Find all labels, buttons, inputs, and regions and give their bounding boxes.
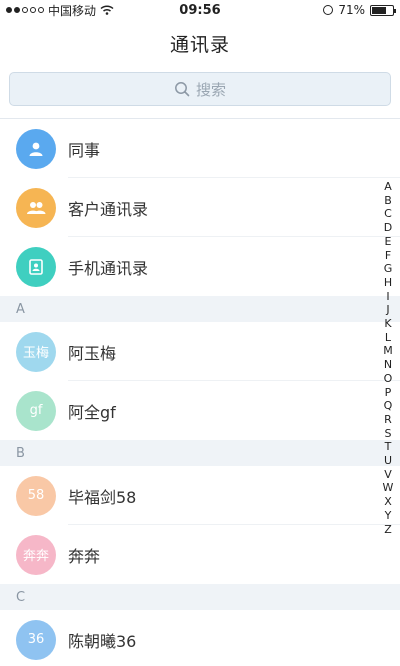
index-letter-s[interactable]: S: [385, 427, 392, 441]
status-bar: 中国移动 09:56 71%: [0, 0, 400, 20]
avatar: 玉梅: [16, 331, 56, 372]
contact-name: 阿全gf: [68, 402, 116, 422]
index-letter-i[interactable]: I: [386, 290, 389, 304]
list-item[interactable]: 36 陈朝曦36: [0, 610, 400, 666]
index-letter-o[interactable]: O: [384, 372, 393, 386]
index-letter-c[interactable]: C: [384, 207, 392, 221]
avatar: 奔奔: [16, 534, 56, 575]
list-item[interactable]: gf 阿全gf: [0, 381, 400, 440]
index-letter-m[interactable]: M: [383, 344, 393, 358]
index-letter-r[interactable]: R: [384, 413, 392, 427]
index-letter-u[interactable]: U: [384, 454, 392, 468]
index-letter-p[interactable]: P: [385, 386, 392, 400]
contact-name: 阿玉梅: [68, 343, 117, 363]
index-letter-f[interactable]: F: [385, 249, 391, 263]
battery-percent: 71%: [338, 3, 365, 17]
search-icon: [175, 82, 190, 97]
list-item[interactable]: 玉梅 阿玉梅: [0, 322, 400, 381]
index-letter-v[interactable]: V: [384, 468, 392, 482]
shortcut-phonebook[interactable]: 手机通讯录: [0, 237, 400, 296]
search-bar: 搜索: [0, 66, 400, 118]
index-letter-k[interactable]: K: [384, 317, 391, 331]
contact-list: 同事 客户通讯录 手机通讯录 A 玉梅 阿玉梅 gf 阿全gf B 58 毕福剑…: [0, 119, 400, 666]
status-right: 71%: [254, 3, 396, 17]
battery-level: [371, 6, 387, 14]
index-letter-b[interactable]: B: [384, 194, 392, 208]
group-icon: [16, 187, 56, 228]
index-letter-z[interactable]: Z: [384, 523, 392, 537]
shortcut-label: 手机通讯录: [68, 258, 149, 278]
list-item[interactable]: 58 毕福剑58: [0, 466, 400, 525]
contact-name: 奔奔: [68, 546, 101, 566]
index-letter-l[interactable]: L: [385, 331, 391, 345]
status-left: 中国移动: [6, 2, 146, 19]
search-placeholder: 搜索: [195, 80, 226, 99]
phonebook-icon: [16, 246, 56, 287]
index-letter-n[interactable]: N: [384, 358, 392, 372]
index-letter-t[interactable]: T: [385, 440, 392, 454]
index-letter-g[interactable]: G: [384, 262, 393, 276]
battery-icon: [369, 4, 396, 16]
list-item[interactable]: 奔奔 奔奔: [0, 525, 400, 584]
contact-name: 陈朝曦36: [68, 631, 137, 651]
index-letter-x[interactable]: X: [384, 495, 392, 509]
person-icon: [16, 128, 56, 169]
shortcut-customers[interactable]: 客户通讯录: [0, 178, 400, 237]
index-letter-a[interactable]: A: [384, 180, 392, 194]
contact-name: 毕福剑58: [68, 487, 137, 507]
index-letter-d[interactable]: D: [384, 221, 392, 235]
carrier-name: 中国移动: [48, 3, 97, 18]
index-letter-y[interactable]: Y: [385, 509, 392, 523]
status-time: 09:56: [179, 2, 221, 18]
section-header-c: C: [0, 584, 400, 610]
shortcut-label: 客户通讯录: [68, 199, 149, 219]
index-letter-h[interactable]: H: [384, 276, 392, 290]
rotation-lock-icon: [323, 5, 334, 15]
avatar: 58: [16, 475, 56, 516]
avatar: 36: [16, 619, 56, 660]
page-title: 通讯录: [169, 33, 230, 56]
index-letter-w[interactable]: W: [383, 481, 394, 495]
section-header-b: B: [0, 440, 400, 466]
wifi-icon: [100, 5, 114, 15]
index-letter-j[interactable]: J: [386, 303, 389, 317]
nav-bar: 通讯录: [0, 20, 400, 66]
shortcut-label: 同事: [68, 140, 101, 160]
section-header-a: A: [0, 296, 400, 322]
shortcut-colleagues[interactable]: 同事: [0, 119, 400, 178]
alphabet-index[interactable]: ABCDEFGHIJKLMNOPQRSTUVWXYZ: [382, 180, 394, 536]
search-input[interactable]: 搜索: [9, 72, 391, 106]
index-letter-q[interactable]: Q: [384, 399, 393, 413]
avatar: gf: [16, 390, 56, 431]
index-letter-e[interactable]: E: [385, 235, 392, 249]
signal-strength-icon: [6, 7, 44, 13]
